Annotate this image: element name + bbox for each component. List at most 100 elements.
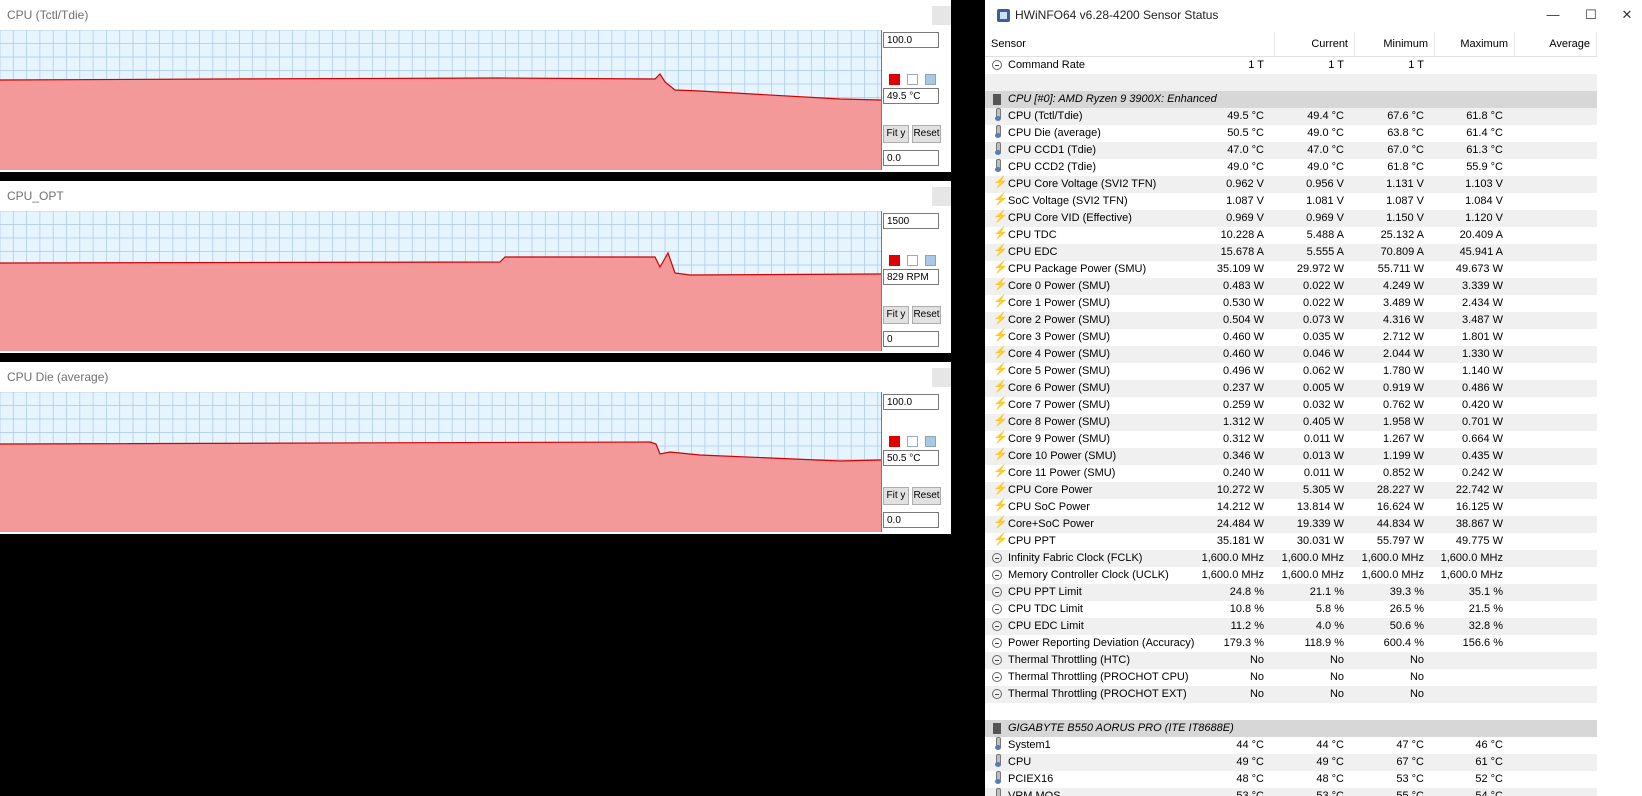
graph-min-field[interactable]: 0.0 <box>883 512 939 528</box>
thermometer-icon <box>992 754 1004 767</box>
average-value: 21.5 % <box>1468 603 1503 615</box>
table-row[interactable]: CPU TDC Limit 10.8 % 5.8 % 26.5 % 21.5 % <box>985 601 1597 618</box>
minimum-value: 53 °C <box>1316 790 1344 796</box>
maximum-value: No <box>1409 671 1424 683</box>
table-row[interactable]: ⚡ CPU Core Voltage (SVI2 TFN) 0.962 V 0.956… <box>985 176 1597 193</box>
minimize-button[interactable]: — <box>1533 4 1573 26</box>
graph-close-button[interactable] <box>932 187 951 206</box>
maximum-value: 39.3 % <box>1389 586 1424 598</box>
table-row[interactable]: ⚡ CPU Core VID (Effective) 0.969 V 0.969 V 1… <box>985 210 1597 227</box>
fit-y-button[interactable]: Fit y <box>883 306 909 324</box>
fit-y-button[interactable]: Fit y <box>883 487 909 505</box>
table-row[interactable]: Command Rate 1 T 1 T 1 T <box>985 57 1597 74</box>
table-row[interactable]: ⚡ Core 9 Power (SMU) 0.312 W 0.011 W 1.267 W… <box>985 431 1597 448</box>
current-value: 1.312 W <box>1223 416 1264 428</box>
lightning-icon: ⚡ <box>993 294 1008 308</box>
table-row[interactable] <box>985 74 1597 91</box>
table-row[interactable]: ⚡ CPU PPT 35.181 W 30.031 W 55.797 W 49.775 W <box>985 533 1597 550</box>
column-header-maximum[interactable]: Maximum <box>1435 32 1515 56</box>
close-button[interactable]: ✕ <box>1607 4 1642 26</box>
graph-close-button[interactable] <box>932 6 951 25</box>
line-color-swatch[interactable] <box>889 74 900 85</box>
background-color-swatch[interactable] <box>907 74 918 85</box>
reset-button[interactable]: Reset <box>912 125 941 143</box>
table-row[interactable]: System1 44 °C 44 °C 47 °C 46 °C <box>985 737 1597 754</box>
table-row[interactable]: CPU PPT Limit 24.8 % 21.1 % 39.3 % 35.1 % <box>985 584 1597 601</box>
graph-min-field[interactable]: 0 <box>883 331 939 347</box>
table-row[interactable]: ⚡ CPU SoC Power 14.212 W 13.814 W 16.624 W 16… <box>985 499 1597 516</box>
table-row[interactable]: ⚡ Core 8 Power (SMU) 1.312 W 0.405 W 1.958 W… <box>985 414 1597 431</box>
table-row[interactable]: ⚡ Core 10 Power (SMU) 0.346 W 0.013 W 1.199 … <box>985 448 1597 465</box>
sensor-group-row[interactable]: CPU [#0]: AMD Ryzen 9 3900X: Enhanced <box>985 91 1597 108</box>
maximum-value: 26.5 % <box>1389 603 1424 615</box>
lightning-icon: ⚡ <box>993 362 1008 376</box>
graph-max-field[interactable]: 1500 <box>883 213 939 229</box>
table-row[interactable]: ⚡ Core 11 Power (SMU) 0.240 W 0.011 W 0.852 … <box>985 465 1597 482</box>
graph-min-field[interactable]: 0.0 <box>883 150 939 166</box>
column-header-average[interactable]: Average <box>1515 32 1597 56</box>
graph-close-button[interactable] <box>932 368 951 387</box>
table-row[interactable]: ⚡ CPU TDC 10.228 A 5.488 A 25.132 A 20.409 A <box>985 227 1597 244</box>
table-row[interactable]: Power Reporting Deviation (Accuracy) 179.… <box>985 635 1597 652</box>
table-row[interactable]: ⚡ Core 4 Power (SMU) 0.460 W 0.046 W 2.044 W… <box>985 346 1597 363</box>
reset-button[interactable]: Reset <box>912 306 941 324</box>
table-row[interactable]: ⚡ Core 7 Power (SMU) 0.259 W 0.032 W 0.762 W… <box>985 397 1597 414</box>
graph-max-field[interactable]: 100.0 <box>883 394 939 410</box>
average-value: 35.1 % <box>1468 586 1503 598</box>
table-row[interactable]: ⚡ CPU EDC 15.678 A 5.555 A 70.809 A 45.941 A <box>985 244 1597 261</box>
table-row[interactable]: CPU CCD2 (Tdie) 49.0 °C 49.0 °C 61.8 °C 55.9… <box>985 159 1597 176</box>
table-row[interactable]: ⚡ CPU Package Power (SMU) 35.109 W 29.972 W… <box>985 261 1597 278</box>
table-row[interactable]: ⚡ Core+SoC Power 24.484 W 19.339 W 44.834 W 3… <box>985 516 1597 533</box>
sensor-name: Core 11 Power (SMU) <box>1008 467 1116 479</box>
table-row[interactable]: CPU Die (average) 50.5 °C 49.0 °C 63.8 °C 61… <box>985 125 1597 142</box>
table-row[interactable]: Thermal Throttling (HTC) No No No <box>985 652 1597 669</box>
graph-area <box>0 442 881 532</box>
line-color-swatch[interactable] <box>889 436 900 447</box>
table-row[interactable]: Thermal Throttling (PROCHOT EXT) No No No <box>985 686 1597 703</box>
grid-color-swatch[interactable] <box>925 436 936 447</box>
table-row[interactable]: Memory Controller Clock (UCLK) 1,600.0 MH… <box>985 567 1597 584</box>
sensor-name: Thermal Throttling (PROCHOT CPU) <box>1008 671 1189 683</box>
sensor-group-row[interactable]: GIGABYTE B550 AORUS PRO (ITE IT8688E) <box>985 720 1597 737</box>
grid-color-swatch[interactable] <box>925 74 936 85</box>
table-row[interactable]: PCIEX16 48 °C 48 °C 53 °C 52 °C <box>985 771 1597 788</box>
table-row[interactable]: ⚡ Core 0 Power (SMU) 0.483 W 0.022 W 4.249 W… <box>985 278 1597 295</box>
table-row[interactable]: CPU EDC Limit 11.2 % 4.0 % 50.6 % 32.8 % <box>985 618 1597 635</box>
table-row[interactable]: ⚡ SoC Voltage (SVI2 TFN) 1.087 V 1.081 V 1.0… <box>985 193 1597 210</box>
column-header-current[interactable]: Current <box>1275 32 1355 56</box>
background-color-swatch[interactable] <box>907 255 918 266</box>
table-row[interactable]: CPU (Tctl/Tdie) 49.5 °C 49.4 °C 67.6 °C 61.8… <box>985 108 1597 125</box>
table-row[interactable]: VRM MOS 53 °C 53 °C 55 °C 54 °C <box>985 788 1597 796</box>
table-row[interactable]: Thermal Throttling (PROCHOT CPU) No No No <box>985 669 1597 686</box>
maximum-value: 67.0 °C <box>1387 144 1424 156</box>
maximum-value: 1.780 W <box>1383 365 1424 377</box>
minimum-value: No <box>1329 671 1344 683</box>
maximum-value: 44.834 W <box>1376 518 1424 530</box>
graph-window-cpu-opt: CPU_OPT 1500 829 RPM Fit y Reset 0 <box>0 181 951 353</box>
grid-color-swatch[interactable] <box>925 255 936 266</box>
table-row[interactable]: CPU CCD1 (Tdie) 47.0 °C 47.0 °C 67.0 °C 61.3… <box>985 142 1597 159</box>
table-row[interactable] <box>985 703 1597 720</box>
sensor-name: Memory Controller Clock (UCLK) <box>1008 569 1169 581</box>
table-row[interactable]: ⚡ Core 5 Power (SMU) 0.496 W 0.062 W 1.780 W… <box>985 363 1597 380</box>
table-row[interactable]: ⚡ Core 3 Power (SMU) 0.460 W 0.035 W 2.712 W… <box>985 329 1597 346</box>
reset-button[interactable]: Reset <box>912 487 941 505</box>
column-header-minimum[interactable]: Minimum <box>1355 32 1435 56</box>
current-value: 1,600.0 MHz <box>1201 569 1264 581</box>
column-header-sensor[interactable]: Sensor <box>985 32 1275 56</box>
table-row[interactable]: ⚡ Core 6 Power (SMU) 0.237 W 0.005 W 0.919 W… <box>985 380 1597 397</box>
average-value: 1,600.0 MHz <box>1440 552 1503 564</box>
fit-y-button[interactable]: Fit y <box>883 125 909 143</box>
maximize-button[interactable]: ☐ <box>1571 4 1611 26</box>
background-color-swatch[interactable] <box>907 436 918 447</box>
average-value: 0.420 W <box>1462 399 1503 411</box>
scrollbar[interactable] <box>1597 57 1642 796</box>
table-row[interactable]: ⚡ Core 2 Power (SMU) 0.504 W 0.073 W 4.316 W… <box>985 312 1597 329</box>
graph-max-field[interactable]: 100.0 <box>883 32 939 48</box>
table-row[interactable]: ⚡ Core 1 Power (SMU) 0.530 W 0.022 W 3.489 W… <box>985 295 1597 312</box>
table-row[interactable]: ⚡ CPU Core Power 10.272 W 5.305 W 28.227 W 22… <box>985 482 1597 499</box>
maximum-value: 53 °C <box>1396 773 1424 785</box>
table-row[interactable]: Infinity Fabric Clock (FCLK) 1,600.0 MHz 1… <box>985 550 1597 567</box>
table-row[interactable]: CPU 49 °C 49 °C 67 °C 61 °C <box>985 754 1597 771</box>
line-color-swatch[interactable] <box>889 255 900 266</box>
